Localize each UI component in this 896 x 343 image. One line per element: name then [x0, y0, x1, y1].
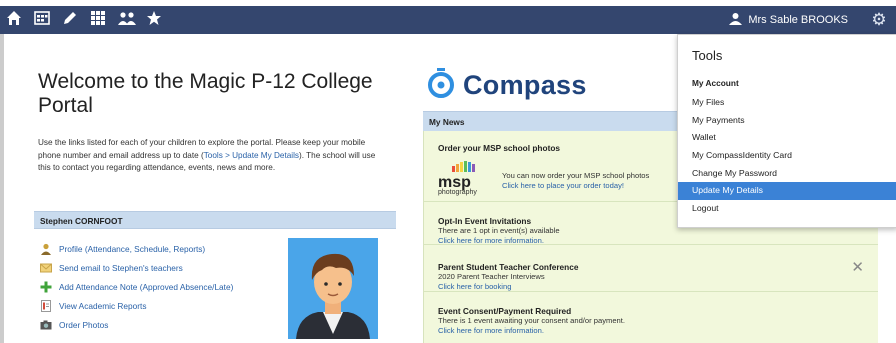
compass-logo: Compass	[427, 68, 587, 103]
profile-link[interactable]: Profile (Attendance, Schedule, Reports)	[40, 239, 280, 258]
news-card-desc: You can now order your MSP school photos	[502, 171, 650, 180]
menu-item-logout[interactable]: Logout	[678, 200, 896, 218]
camera-icon	[40, 319, 52, 331]
student-links: Profile (Attendance, Schedule, Reports) …	[40, 239, 280, 334]
tools-dropdown-menu: Tools My Account My Files My Payments Wa…	[677, 34, 896, 228]
email-teachers-link[interactable]: Send email to Stephen's teachers	[40, 258, 280, 277]
gear-icon[interactable]: ⚙	[868, 9, 890, 31]
attendance-note-link[interactable]: Add Attendance Note (Approved Absence/La…	[40, 277, 280, 296]
news-card-desc: There is 1 event awaiting your consent a…	[438, 316, 625, 325]
profile-icon	[40, 243, 52, 255]
menu-item-change-password[interactable]: Change My Password	[678, 165, 896, 183]
news-card-desc: 2020 Parent Teacher Interviews	[438, 272, 545, 281]
msp-logo-subtext: photography	[438, 189, 477, 196]
my-news-header: My News	[423, 111, 685, 131]
academic-reports-link[interactable]: View Academic Reports	[40, 296, 280, 315]
link-label: Order Photos	[59, 319, 109, 330]
menu-item-update-details[interactable]: Update My Details	[678, 182, 896, 201]
report-icon	[40, 299, 52, 312]
msp-logo-text: msp	[438, 174, 471, 191]
home-icon[interactable]	[6, 10, 22, 28]
star-icon[interactable]	[146, 10, 162, 28]
plus-icon	[40, 281, 52, 293]
welcome-intro: Use the links listed for each of your ch…	[38, 137, 383, 175]
pencil-icon[interactable]	[62, 10, 78, 28]
menu-item-identity-card[interactable]: My CompassIdentity Card	[678, 147, 896, 165]
student-avatar	[288, 238, 378, 339]
close-icon[interactable]: ✕	[851, 258, 864, 276]
menu-item-my-payments[interactable]: My Payments	[678, 112, 896, 130]
msp-promo-text: You can now order your MSP school photos…	[502, 171, 649, 191]
grid-icon[interactable]	[90, 10, 106, 28]
top-navigation-bar: Mrs Sable BROOKS ⚙	[0, 6, 896, 34]
people-icon[interactable]	[118, 10, 136, 28]
user-account[interactable]: Mrs Sable BROOKS	[729, 12, 848, 28]
news-card: Parent Student Teacher Conference 2020 P…	[424, 245, 878, 292]
menu-title: Tools	[692, 48, 723, 63]
msp-logo: msp photography	[438, 159, 496, 196]
news-card-title: Parent Student Teacher Conference	[438, 262, 579, 272]
news-card: Event Consent/Payment Required There is …	[424, 292, 878, 343]
menu-section-label: My Account	[692, 78, 739, 88]
link-label: View Academic Reports	[59, 300, 147, 311]
menu-items: My Files My Payments Wallet My CompassId…	[678, 94, 896, 218]
update-details-link[interactable]: Tools > Update My Details	[204, 151, 299, 160]
link-label: Add Attendance Note (Approved Absence/La…	[59, 281, 234, 292]
email-icon	[40, 262, 52, 274]
compass-logo-icon	[427, 68, 455, 103]
menu-item-my-files[interactable]: My Files	[678, 94, 896, 112]
link-label: Profile (Attendance, Schedule, Reports)	[59, 243, 206, 254]
link-label: Send email to Stephen's teachers	[59, 262, 183, 273]
user-name: Mrs Sable BROOKS	[748, 14, 848, 26]
news-card-link[interactable]: Click here to place your order today!	[502, 181, 649, 191]
menu-item-wallet[interactable]: Wallet	[678, 129, 896, 147]
page-title: Welcome to the Magic P-12 College Portal	[38, 70, 373, 117]
compass-logo-text: Compass	[463, 70, 587, 100]
nav-icon-group	[6, 10, 162, 28]
calendar-icon[interactable]	[34, 10, 50, 28]
news-card-title: Event Consent/Payment Required	[438, 306, 572, 316]
news-card-link[interactable]: Click here for more information.	[438, 326, 878, 336]
student-name-header: Stephen CORNFOOT	[34, 211, 396, 229]
order-photos-link[interactable]: Order Photos	[40, 315, 280, 334]
user-icon	[729, 12, 743, 28]
news-card-link[interactable]: Click here for booking	[438, 282, 878, 292]
